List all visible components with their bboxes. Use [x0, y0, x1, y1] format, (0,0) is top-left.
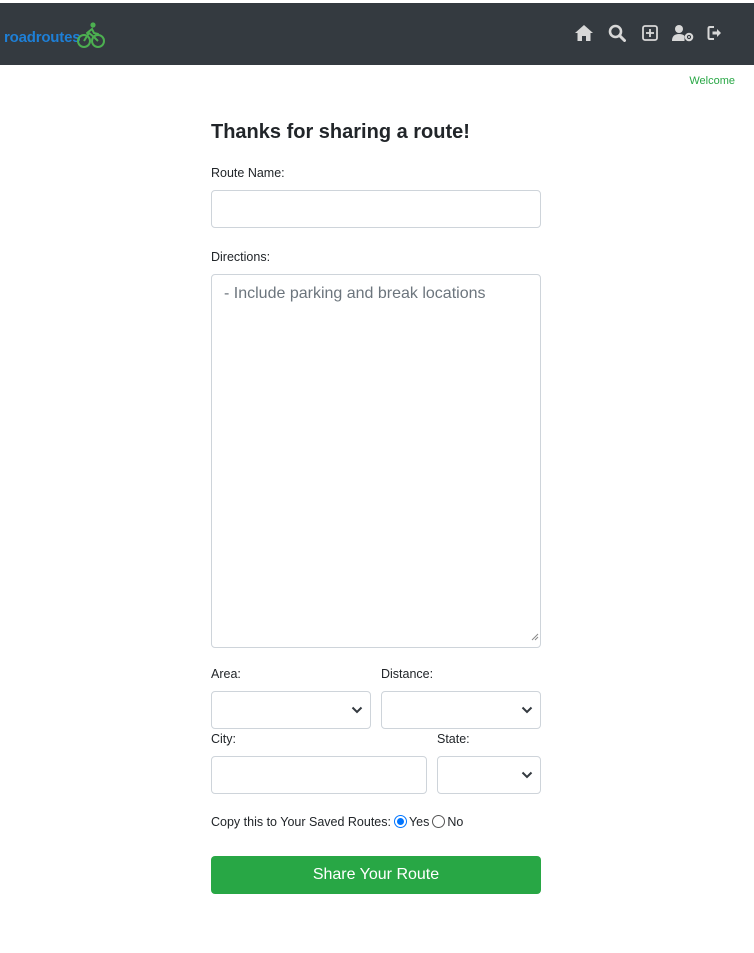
page-title: Thanks for sharing a route!: [211, 121, 470, 143]
distance-select[interactable]: [381, 691, 541, 729]
state-label: State:: [437, 732, 470, 746]
city-input[interactable]: [211, 756, 427, 794]
area-label: Area:: [211, 667, 241, 681]
radio-yes[interactable]: [393, 814, 407, 828]
copy-to-saved-routes: Copy this to Your Saved Routes: Yes No: [211, 814, 463, 829]
chevron-down-icon: [351, 701, 363, 719]
radio-no-label[interactable]: No: [447, 815, 463, 829]
brand-logo[interactable]: roadroutes: [4, 20, 106, 55]
cyclist-icon: [77, 20, 106, 55]
radio-yes-label[interactable]: Yes: [409, 815, 429, 829]
area-select[interactable]: [211, 691, 371, 729]
welcome-text: Welcome: [689, 75, 735, 87]
distance-label: Distance:: [381, 667, 434, 681]
logout-icon[interactable]: [699, 22, 732, 44]
route-name-input[interactable]: [211, 190, 541, 228]
directions-textarea[interactable]: [211, 274, 541, 648]
search-icon[interactable]: [600, 22, 633, 44]
share-route-button[interactable]: Share Your Route: [211, 856, 541, 894]
top-navbar: roadroutes: [0, 3, 754, 65]
chevron-down-icon: [521, 766, 533, 784]
radio-no[interactable]: [432, 814, 446, 828]
directions-label: Directions:: [211, 250, 271, 264]
brand-name: roadroutes: [4, 29, 81, 46]
copy-label: Copy this to Your Saved Routes:: [211, 815, 391, 829]
directions-wrapper: [211, 274, 541, 648]
city-label: City:: [211, 732, 236, 746]
home-icon[interactable]: [567, 22, 600, 44]
state-select[interactable]: [437, 756, 541, 794]
add-route-icon[interactable]: [633, 22, 666, 44]
route-name-label: Route Name:: [211, 166, 285, 180]
user-settings-icon[interactable]: [666, 22, 699, 44]
nav-icon-group: [567, 22, 732, 44]
chevron-down-icon: [521, 701, 533, 719]
resize-grip-icon[interactable]: [531, 628, 539, 646]
